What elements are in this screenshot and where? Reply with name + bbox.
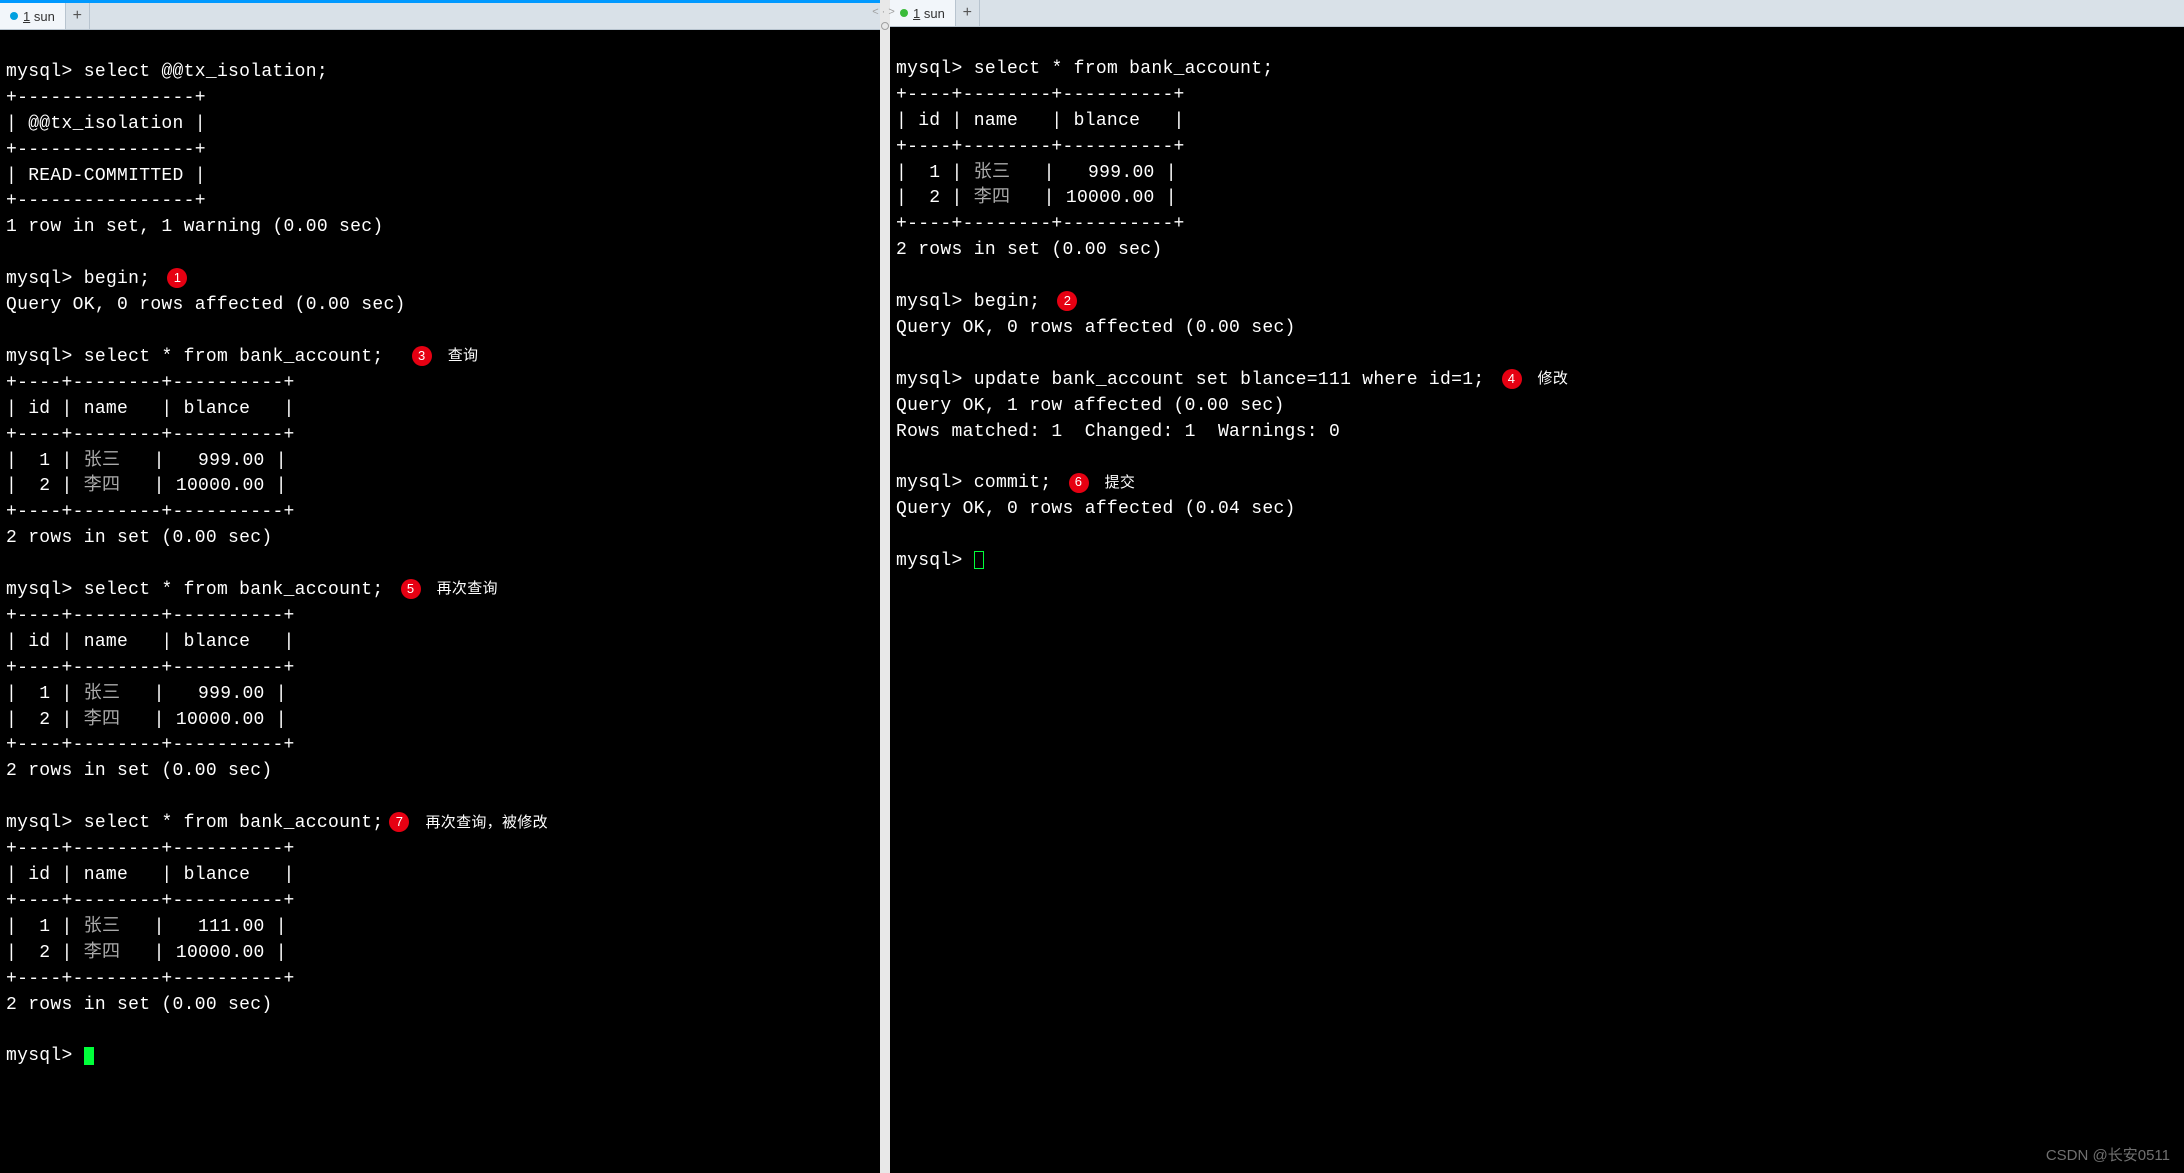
table-row: | 1 | 张三 | 999.00 | [6, 684, 287, 704]
table-row: | READ-COMMITTED | [6, 166, 206, 186]
table-row: | 1 | 张三 | 999.00 | [6, 451, 287, 471]
prompt: mysql> [6, 580, 73, 600]
table-row: | 1 | 张三 | 999.00 | [896, 163, 1177, 183]
nav-circle-icon [881, 22, 889, 30]
sql-query: begin; [84, 269, 151, 289]
table-header: | id | name | blance | [6, 865, 295, 885]
table-border: +----+--------+----------+ [6, 658, 295, 678]
right-tab-bar: 1 sun + [890, 0, 2184, 27]
annotation-badge-6: 6 [1069, 473, 1089, 493]
sql-query: select * from bank_account; [974, 59, 1274, 79]
prompt: mysql> [6, 1046, 73, 1066]
table-row: | 1 | 张三 | 111.00 | [6, 917, 287, 937]
tab-left-1sun[interactable]: 1 sun [0, 3, 66, 29]
prompt: mysql> [6, 813, 73, 833]
result-status: Query OK, 1 row affected (0.00 sec) [896, 396, 1285, 416]
result-status: Query OK, 0 rows affected (0.04 sec) [896, 499, 1296, 519]
tab-right-1sun[interactable]: 1 sun [890, 0, 956, 26]
prompt: mysql> [6, 269, 73, 289]
sql-query: select * from bank_account; [84, 813, 384, 833]
new-tab-button-left[interactable]: + [66, 3, 90, 29]
sql-query: commit; [974, 473, 1052, 493]
tab-label: sun [34, 9, 55, 24]
table-header: | id | name | blance | [6, 399, 295, 419]
tab-hotkey: 1 [913, 6, 920, 21]
left-terminal[interactable]: mysql> select @@tx_isolation; +---------… [0, 30, 880, 1173]
table-header: | id | name | blance | [6, 632, 295, 652]
sql-query: select * from bank_account; [84, 347, 384, 367]
annotation-badge-2: 2 [1057, 291, 1077, 311]
table-border: +----+--------+----------+ [6, 606, 295, 626]
table-border: +----+--------+----------+ [6, 425, 295, 445]
table-border: +----+--------+----------+ [6, 891, 295, 911]
right-terminal[interactable]: mysql> select * from bank_account; +----… [890, 27, 2184, 1173]
table-row: | 2 | 李四 | 10000.00 | [6, 476, 287, 496]
active-dot-icon [10, 12, 18, 20]
pane-splitter[interactable]: <·> [880, 0, 890, 1173]
left-tab-bar: 1 sun + [0, 3, 880, 30]
result-status: Query OK, 0 rows affected (0.00 sec) [6, 295, 406, 315]
table-row: | 2 | 李四 | 10000.00 | [896, 188, 1177, 208]
sql-query: select * from bank_account; [84, 580, 384, 600]
table-row: | 2 | 李四 | 10000.00 | [6, 710, 287, 730]
prompt: mysql> [6, 62, 73, 82]
table-border: +----+--------+----------+ [6, 502, 295, 522]
annotation-text: 查询 [448, 347, 479, 364]
result-status: 2 rows in set (0.00 sec) [6, 761, 272, 781]
table-border: +----------------+ [6, 191, 206, 211]
table-border: +----+--------+----------+ [896, 214, 1185, 234]
sql-query: update bank_account set blance=111 where… [974, 370, 1485, 390]
annotation-badge-4: 4 [1502, 369, 1522, 389]
table-border: +----+--------+----------+ [6, 969, 295, 989]
new-tab-button-right[interactable]: + [956, 0, 980, 26]
tab-hotkey: 1 [23, 9, 30, 24]
result-status: Rows matched: 1 Changed: 1 Warnings: 0 [896, 422, 1340, 442]
sql-query: select @@tx_isolation; [84, 62, 328, 82]
table-border: +----+--------+----------+ [896, 85, 1185, 105]
prompt: mysql> [896, 292, 963, 312]
result-status: 1 row in set, 1 warning (0.00 sec) [6, 217, 383, 237]
result-status: Query OK, 0 rows affected (0.00 sec) [896, 318, 1296, 338]
table-border: +----------------+ [6, 140, 206, 160]
prompt: mysql> [896, 59, 963, 79]
annotation-text: 再次查询，被修改 [425, 814, 547, 831]
annotation-text: 提交 [1105, 474, 1136, 491]
left-pane: 1 sun + mysql> select @@tx_isolation; +-… [0, 0, 880, 1173]
sql-query: begin; [974, 292, 1041, 312]
prompt: mysql> [896, 473, 963, 493]
result-status: 2 rows in set (0.00 sec) [896, 240, 1162, 260]
prompt: mysql> [896, 370, 963, 390]
annotation-text: 再次查询 [437, 580, 498, 597]
table-border: +----+--------+----------+ [896, 137, 1185, 157]
annotation-badge-7: 7 [389, 812, 409, 832]
watermark: CSDN @长安0511 [2046, 1144, 2170, 1165]
table-header: | @@tx_isolation | [6, 114, 206, 134]
table-row: | 2 | 李四 | 10000.00 | [6, 943, 287, 963]
cursor-icon [84, 1047, 94, 1065]
annotation-text: 修改 [1538, 370, 1569, 387]
annotation-badge-3: 3 [412, 346, 432, 366]
prompt: mysql> [896, 551, 963, 571]
table-border: +----+--------+----------+ [6, 735, 295, 755]
result-status: 2 rows in set (0.00 sec) [6, 995, 272, 1015]
result-status: 2 rows in set (0.00 sec) [6, 528, 272, 548]
table-border: +----------------+ [6, 88, 206, 108]
table-border: +----+--------+----------+ [6, 839, 295, 859]
cursor-icon [974, 551, 984, 569]
table-header: | id | name | blance | [896, 111, 1185, 131]
annotation-badge-5: 5 [401, 579, 421, 599]
table-border: +----+--------+----------+ [6, 373, 295, 393]
active-dot-icon [900, 9, 908, 17]
tab-label: sun [924, 6, 945, 21]
prompt: mysql> [6, 347, 73, 367]
nav-arrows-icon: <·> [872, 6, 898, 18]
right-pane: 1 sun + mysql> select * from bank_accoun… [890, 0, 2184, 1173]
annotation-badge-1: 1 [167, 268, 187, 288]
